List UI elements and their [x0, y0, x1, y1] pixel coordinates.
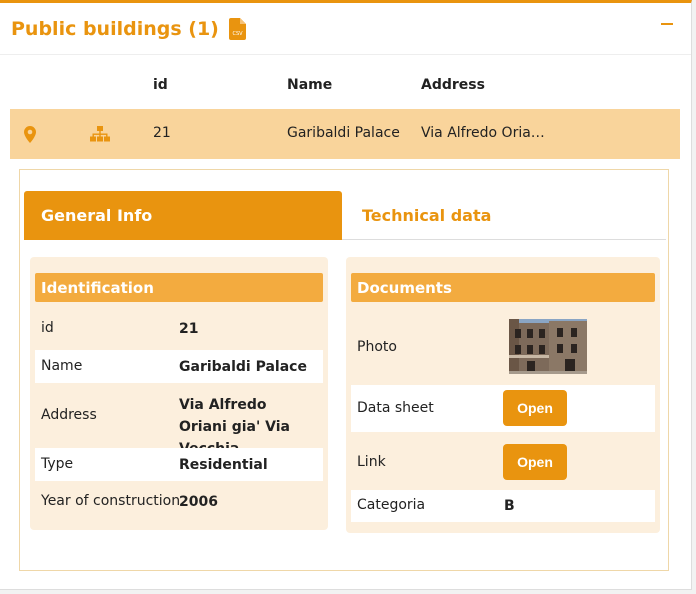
field-value: Residential	[179, 457, 268, 473]
csv-export-icon[interactable]: CSV	[228, 17, 246, 40]
field-value: 2006	[179, 494, 218, 510]
column-header-address[interactable]: Address	[421, 77, 485, 93]
datasheet-label: Data sheet	[357, 400, 434, 416]
documents-header: Documents	[351, 273, 655, 302]
photo-label: Photo	[357, 339, 397, 355]
link-open-button[interactable]: Open	[503, 444, 567, 480]
table-row[interactable]: 21 Garibaldi Palace Via Alfredo Oria…	[10, 109, 680, 159]
row-id: 21	[153, 125, 171, 141]
row-detail-panel: General Info Technical data Identificati…	[19, 169, 669, 571]
row-address: Via Alfredo Oria…	[421, 125, 545, 141]
csv-icon-text: CSV	[232, 31, 243, 37]
building-photo[interactable]	[509, 319, 587, 374]
tab-general-info[interactable]: General Info	[24, 191, 342, 240]
categoria-value: B	[504, 498, 515, 514]
categoria-row: Categoria B	[351, 490, 655, 522]
row-name: Garibaldi Palace	[287, 125, 400, 141]
field-value: 21	[179, 321, 199, 337]
field-key: Year of construction	[41, 493, 181, 509]
identification-header: Identification	[35, 273, 323, 302]
column-header-id[interactable]: id	[153, 77, 168, 93]
photo-row: Photo	[351, 312, 655, 380]
link-row: Link Open	[351, 439, 655, 486]
public-buildings-panel: Public buildings (1) CSV id Name Address	[0, 0, 692, 590]
field-key: Address	[41, 407, 97, 423]
field-row: Name Garibaldi Palace	[35, 350, 323, 383]
map-marker-icon[interactable]	[24, 126, 36, 147]
column-header-name[interactable]: Name	[287, 77, 332, 93]
field-row: Year of construction 2006	[35, 485, 323, 519]
field-key: Name	[41, 358, 83, 374]
detail-tabs: General Info Technical data	[24, 191, 666, 240]
field-row: Type Residential	[35, 448, 323, 481]
datasheet-open-button[interactable]: Open	[503, 390, 567, 426]
panel-header: Public buildings (1) CSV	[0, 3, 691, 55]
panel-title: Public buildings (1)	[11, 17, 219, 40]
field-value: Garibaldi Palace	[179, 359, 307, 375]
field-key: id	[41, 320, 54, 336]
hierarchy-icon[interactable]	[90, 126, 110, 146]
tab-technical-data[interactable]: Technical data	[362, 191, 562, 240]
documents-card: Documents Photo Data sheet Open Link Ope…	[346, 257, 660, 533]
link-label: Link	[357, 454, 386, 470]
collapse-icon[interactable]	[661, 13, 675, 33]
field-row: id 21	[35, 312, 323, 346]
field-row: Address Via Alfredo Oriani gia' Via Vecc…	[35, 385, 323, 457]
identification-card: Identification id 21 Name Garibaldi Pala…	[30, 257, 328, 530]
table-header: id Name Address	[0, 77, 691, 101]
field-key: Type	[41, 456, 74, 472]
categoria-label: Categoria	[357, 497, 426, 513]
datasheet-row: Data sheet Open	[351, 385, 655, 432]
